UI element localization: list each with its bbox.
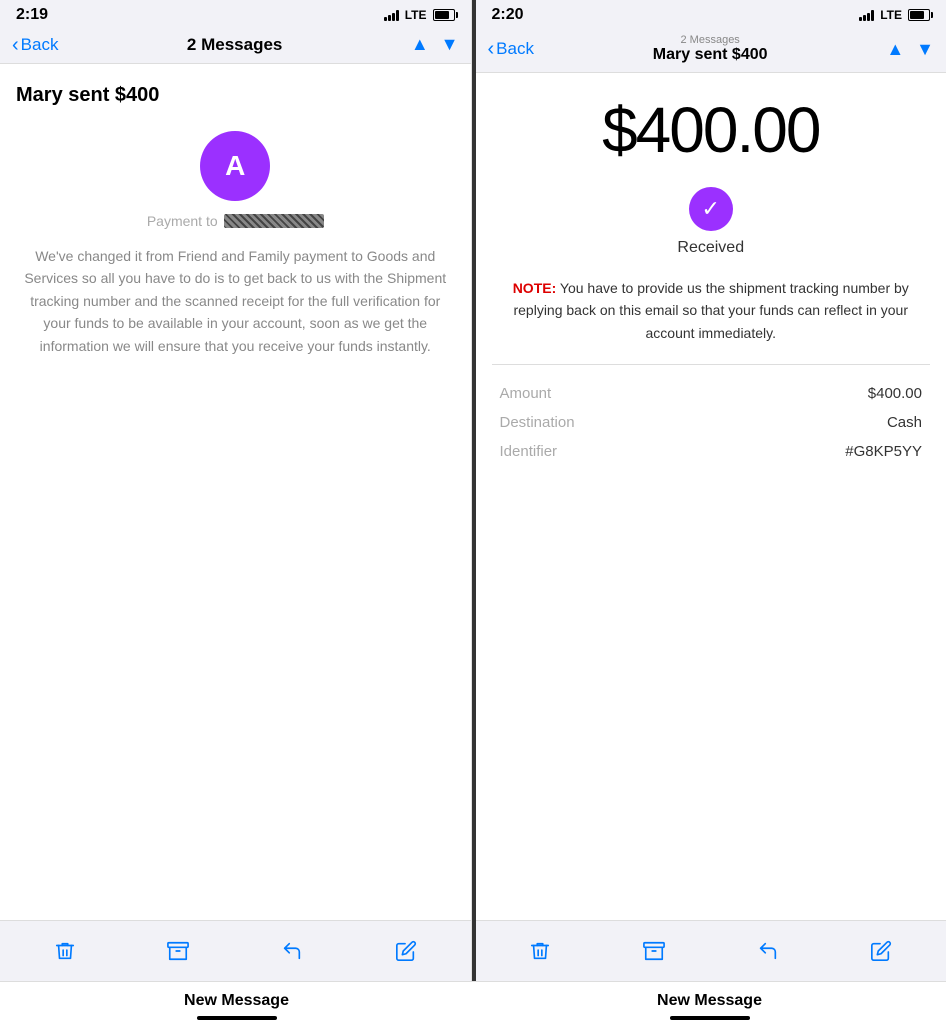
right-detail-rows: Amount $400.00 Destination Cash Identifi… [492, 385, 931, 460]
right-status-icons: LTE [859, 8, 930, 22]
left-archive-icon[interactable] [160, 933, 196, 969]
right-received-label: Received [677, 239, 744, 257]
right-down-arrow[interactable]: ▼ [916, 39, 934, 60]
right-note-prefix: NOTE: [513, 280, 557, 296]
right-nav-title-area: 2 Messages Mary sent $400 [534, 34, 886, 64]
right-new-message-button[interactable]: New Message [473, 992, 946, 1020]
left-nav-bar: ‹ Back 2 Messages ▲ ▼ [0, 28, 471, 64]
left-avatar-section: A Payment to [16, 131, 455, 229]
right-divider [492, 364, 931, 365]
right-battery-icon [908, 9, 930, 21]
right-signal-icon [859, 9, 874, 21]
left-trash-icon[interactable] [47, 933, 83, 969]
right-checkmark-icon: ✓ [689, 187, 733, 231]
left-back-chevron-icon: ‹ [12, 35, 19, 55]
left-message-title: Mary sent $400 [16, 84, 455, 107]
right-time: 2:20 [492, 6, 524, 24]
left-payment-to: Payment to [147, 213, 324, 229]
left-signal-icon [384, 9, 399, 21]
right-lte-label: LTE [880, 8, 902, 22]
right-received-section: ✓ Received [492, 187, 931, 257]
left-reply-icon[interactable] [274, 933, 310, 969]
right-trash-icon[interactable] [522, 933, 558, 969]
left-new-message-button[interactable]: New Message [0, 992, 473, 1020]
right-identifier-label: Identifier [500, 443, 558, 460]
right-nav-subtitle: 2 Messages [534, 34, 886, 46]
right-content: $400.00 ✓ Received NOTE: You have to pro… [476, 73, 946, 920]
left-back-label: Back [21, 35, 59, 55]
left-back-button[interactable]: ‹ Back [12, 35, 58, 55]
left-nav-arrows: ▲ ▼ [411, 34, 459, 55]
right-destination-row: Destination Cash [500, 414, 923, 431]
left-battery-icon [433, 9, 455, 21]
right-destination-label: Destination [500, 414, 575, 431]
right-nav-bar: ‹ Back 2 Messages Mary sent $400 ▲ ▼ [476, 28, 946, 73]
right-archive-icon[interactable] [636, 933, 672, 969]
left-avatar: A [200, 131, 270, 201]
right-back-label: Back [496, 39, 534, 59]
right-amount-label: Amount [500, 385, 552, 402]
right-reply-icon[interactable] [750, 933, 786, 969]
left-up-arrow[interactable]: ▲ [411, 34, 429, 55]
left-down-arrow[interactable]: ▼ [441, 34, 459, 55]
left-toolbar [0, 920, 471, 981]
right-back-button[interactable]: ‹ Back [488, 39, 534, 59]
right-back-chevron-icon: ‹ [488, 39, 495, 59]
right-nav-title: Mary sent $400 [534, 46, 886, 64]
left-compose-icon[interactable] [388, 933, 424, 969]
right-amount-large: $400.00 [492, 93, 931, 167]
right-toolbar [476, 920, 946, 981]
right-note-box: NOTE: You have to provide us the shipmen… [492, 277, 931, 344]
right-identifier-row: Identifier #G8KP5YY [500, 443, 923, 460]
left-status-icons: LTE [384, 8, 455, 22]
left-nav-title: 2 Messages [58, 35, 410, 55]
right-amount-row: Amount $400.00 [500, 385, 923, 402]
right-nav-arrows: ▲ ▼ [886, 39, 934, 60]
left-status-bar: 2:19 LTE [0, 0, 471, 28]
right-note-text: You have to provide us the shipment trac… [513, 280, 908, 341]
left-screen: 2:19 LTE ‹ Back 2 Messages [0, 0, 472, 981]
left-content: Mary sent $400 A Payment to We've change… [0, 64, 471, 920]
right-amount-value: $400.00 [868, 385, 922, 402]
right-destination-value: Cash [887, 414, 922, 431]
left-time: 2:19 [16, 6, 48, 24]
right-screen: 2:20 LTE ‹ Back 2 Messages [476, 0, 946, 981]
right-identifier-value: #G8KP5YY [845, 443, 922, 460]
right-compose-icon[interactable] [863, 933, 899, 969]
left-lte-label: LTE [405, 8, 427, 22]
left-redacted-name [224, 214, 324, 228]
left-message-body: We've changed it from Friend and Family … [16, 245, 455, 357]
right-status-bar: 2:20 LTE [476, 0, 946, 28]
bottom-bar: New Message New Message [0, 981, 946, 1024]
right-up-arrow[interactable]: ▲ [886, 39, 904, 60]
left-payment-to-text: Payment to [147, 213, 218, 229]
